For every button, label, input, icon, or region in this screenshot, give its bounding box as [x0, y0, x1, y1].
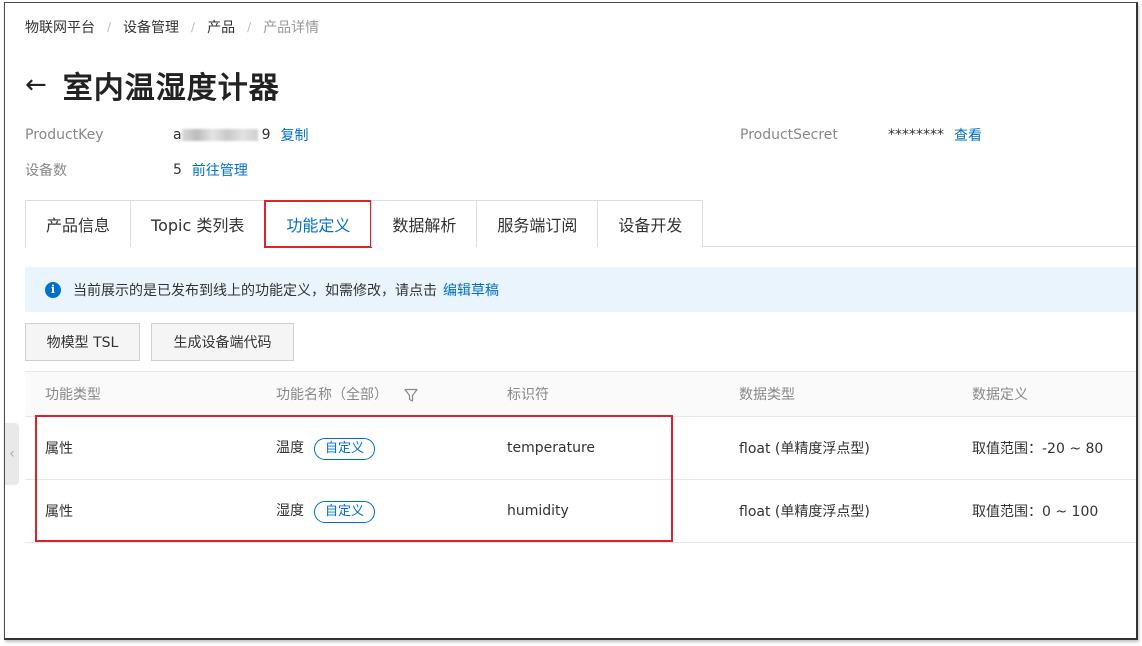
back-arrow-icon[interactable]: ←: [25, 72, 47, 98]
row-type: 属性: [45, 504, 73, 520]
row-type: 属性: [45, 441, 73, 457]
row-data-type: float (单精度浮点型): [739, 504, 870, 520]
breadcrumb-separator: /: [247, 20, 252, 34]
row-definition: 取值范围：-20 ~ 80: [972, 441, 1104, 457]
copy-key-link[interactable]: 复制: [281, 125, 309, 145]
info-notice: i 当前展示的是已发布到线上的功能定义，如需修改，请点击 编辑草稿: [25, 267, 1136, 312]
chevron-left-icon: ‹: [9, 446, 15, 462]
column-header-definition: 数据定义: [972, 387, 1028, 403]
product-secret-label: ProductSecret: [740, 127, 838, 143]
row-data-type: float (单精度浮点型): [739, 441, 870, 457]
custom-tag: 自定义: [314, 437, 376, 460]
generate-code-button[interactable]: 生成设备端代码: [151, 323, 294, 361]
blurred-key: [181, 129, 258, 141]
breadcrumb-current: 产品详情: [263, 20, 320, 36]
page-title: 室内温湿度计器: [62, 71, 280, 106]
filter-icon[interactable]: [404, 388, 419, 403]
table-row: 属性 湿度 自定义 humidity float (单精度浮点型) 取值范围：0 …: [25, 480, 1136, 543]
column-header-type: 功能类型: [45, 387, 101, 403]
view-secret-link[interactable]: 查看: [954, 125, 982, 145]
row-name-label: 湿度: [276, 502, 304, 519]
tab-data-parsing[interactable]: 数据解析: [371, 200, 478, 247]
tab-server-subscription[interactable]: 服务端订阅: [476, 200, 599, 247]
tab-function-definition[interactable]: 功能定义: [264, 200, 373, 248]
notice-text: 当前展示的是已发布到线上的功能定义，如需修改，请点击: [73, 282, 437, 299]
table-header: 功能类型 功能名称（全部） 标识符 数据类型 数据定义: [25, 371, 1136, 417]
tab-product-info[interactable]: 产品信息: [25, 200, 132, 247]
custom-tag: 自定义: [314, 500, 376, 523]
breadcrumb-separator: /: [191, 20, 196, 34]
product-key-value: a9: [173, 127, 271, 143]
manage-devices-link[interactable]: 前往管理: [192, 160, 248, 180]
product-key-suffix: 9: [261, 127, 271, 143]
device-count-label: 设备数: [25, 163, 67, 179]
column-header-name: 功能名称（全部）: [276, 384, 419, 404]
app-window: ‹ 物联网平台 / 设备管理 / 产品 / 产品详情 ← 室内温湿度计器 Pro…: [4, 2, 1138, 640]
row-identifier: temperature: [507, 440, 595, 456]
device-count-row: 设备数 5 前往管理: [25, 160, 248, 180]
product-key-row: ProductKey a9 复制: [25, 125, 309, 145]
row-name: 湿度 自定义: [276, 500, 376, 523]
product-key-label: ProductKey: [25, 127, 104, 143]
row-name-label: 温度: [276, 439, 304, 456]
breadcrumb-product[interactable]: 产品: [207, 17, 235, 37]
tsl-button[interactable]: 物模型 TSL: [25, 323, 140, 361]
product-secret-value: ********: [888, 127, 944, 143]
info-icon: i: [45, 281, 61, 298]
breadcrumb-iot-platform[interactable]: 物联网平台: [25, 17, 95, 37]
edit-draft-link[interactable]: 编辑草稿: [443, 280, 499, 300]
row-identifier: humidity: [507, 503, 569, 519]
product-secret-row: ProductSecret ******** 查看: [740, 125, 982, 145]
breadcrumb: 物联网平台 / 设备管理 / 产品 / 产品详情: [25, 17, 319, 37]
breadcrumb-device-management[interactable]: 设备管理: [123, 17, 179, 37]
row-definition: 取值范围：0 ~ 100: [972, 504, 1099, 520]
function-table: 功能类型 功能名称（全部） 标识符 数据类型 数据定义 属性 温度 自定义 tem…: [25, 371, 1136, 543]
table-row: 属性 温度 自定义 temperature float (单精度浮点型) 取值范围…: [25, 417, 1136, 480]
tab-device-development[interactable]: 设备开发: [597, 200, 704, 247]
title-row: ← 室内温湿度计器: [25, 63, 280, 107]
collapse-sidebar-handle[interactable]: ‹: [5, 423, 19, 485]
column-header-identifier: 标识符: [507, 387, 549, 403]
column-header-name-label: 功能名称（全部）: [276, 387, 388, 403]
row-name: 温度 自定义: [276, 437, 376, 460]
column-header-data-type: 数据类型: [739, 387, 795, 403]
product-key-prefix: a: [173, 127, 182, 143]
tab-bar: 产品信息 Topic 类列表 功能定义 数据解析 服务端订阅 设备开发: [25, 200, 1136, 248]
breadcrumb-separator: /: [107, 20, 112, 34]
tab-topic-list[interactable]: Topic 类列表: [130, 200, 266, 247]
device-count-value: 5: [173, 162, 182, 178]
